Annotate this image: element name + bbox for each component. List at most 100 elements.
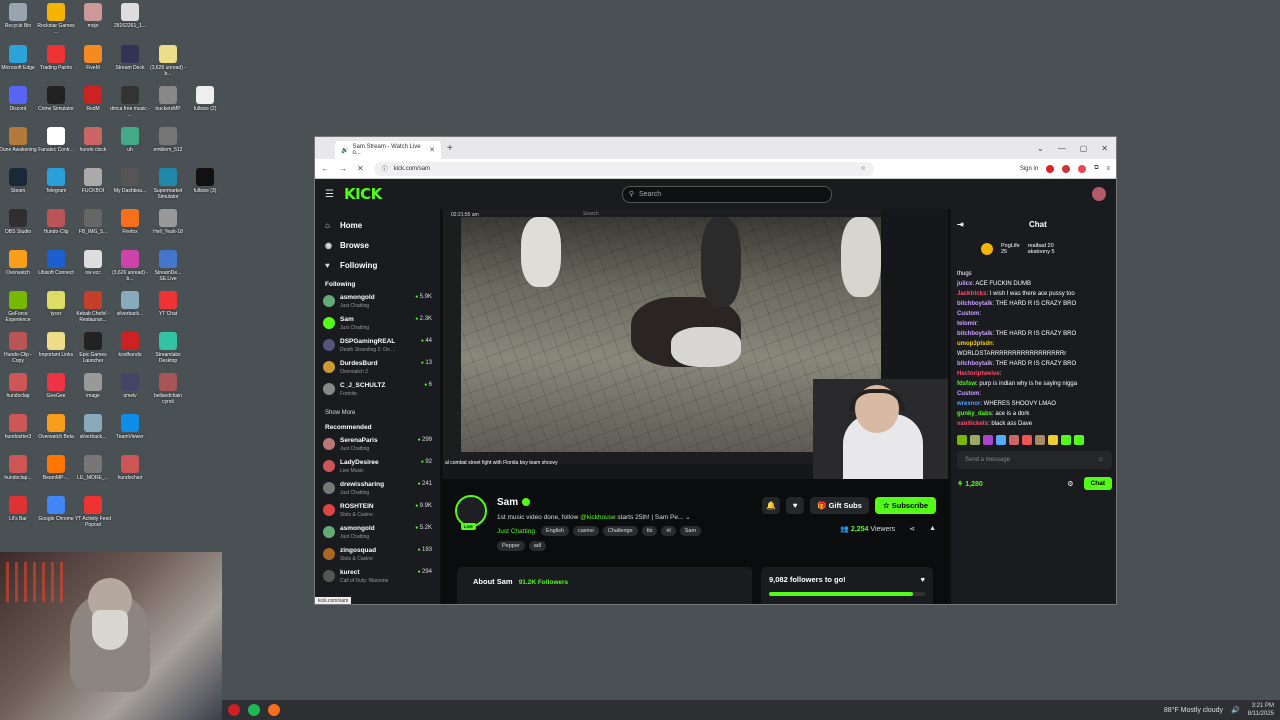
desktop-icon[interactable]: mojo [73,3,113,29]
desktop-icon[interactable]: GeForce Experience [0,291,38,323]
clock[interactable]: 3:21 PM 8/11/2025 [1248,702,1274,718]
desktop-icon[interactable]: 28162261_1... [110,3,150,29]
chat-username[interactable]: fdsfsw [957,381,976,387]
emote-icon[interactable] [1074,435,1084,445]
chat-username[interactable]: Custom [957,311,979,317]
extension-icon[interactable] [1078,164,1087,173]
desktop-icon[interactable]: Hundo-Clip - Copy [0,332,38,364]
chat-settings-gear-icon[interactable]: ⚙ [1067,480,1073,488]
desktop-icon[interactable]: ow ecc [73,250,113,276]
desktop-icon[interactable]: silverback... [110,291,150,317]
emote-icon[interactable] [1009,435,1019,445]
back-button[interactable]: ← [321,164,329,173]
stream-tag[interactable]: Challenge [602,526,638,536]
forward-button[interactable]: → [339,164,347,173]
close-window-button[interactable]: ✕ [1101,144,1108,153]
stream-tag[interactable]: tts [641,526,658,536]
new-tab-button[interactable]: + [447,143,453,154]
collapse-chat-icon[interactable]: ⇥ [957,220,964,229]
desktop-icon[interactable]: hundostter3 [0,414,38,440]
desktop-icon[interactable]: FUCKBOI [73,168,113,194]
volume-icon[interactable]: 🔊 [1231,706,1240,714]
menu-icon[interactable]: ≡ [1106,166,1110,172]
desktop-icon[interactable]: YT Activity Feed Popout [73,496,113,528]
firefox-icon[interactable] [268,704,280,716]
reload-button[interactable]: ✕ [357,164,364,173]
chat-input[interactable]: Send a message ☺ [957,451,1112,469]
show-more-button[interactable]: Show More [325,410,432,416]
desktop-icon[interactable]: (3,626 unread) - b... [110,250,150,282]
desktop-icon[interactable]: Dune Awakening [0,127,38,153]
chevron-down-icon[interactable]: ⌄ [685,514,690,521]
emote-icon[interactable] [983,435,993,445]
desktop-icon[interactable]: Important Links [36,332,76,358]
sidebar-channel[interactable]: LadyDesiree Live Music 92 [323,459,432,481]
desktop-icon[interactable]: LIL_MORE_... [73,455,113,481]
desktop-icon[interactable]: My Dashboa... [110,168,150,194]
desktop-icon[interactable]: Firefox [110,209,150,235]
minimize-button[interactable]: — [1058,144,1066,153]
kick-logo[interactable]: KICK [344,185,382,203]
desktop-icon[interactable]: fullsize (2) [185,86,225,112]
desktop-icon[interactable]: Discord [0,86,38,112]
chat-username[interactable]: julicx [957,281,972,287]
nav-browse[interactable]: ◉ Browse [325,241,432,250]
desktop-icon[interactable]: OBS Studio [0,209,38,235]
desktop-icon[interactable]: RedM [73,86,113,112]
leaderboard-user[interactable]: akatoony [1028,249,1050,255]
desktop-icon[interactable]: fullsize (3) [185,168,225,194]
desktop-icon[interactable]: truckersMP [148,86,188,112]
desktop-icon[interactable]: Overwatch Beta [36,414,76,440]
desktop-icon[interactable]: Telegram [36,168,76,194]
video-player[interactable]: 02:21:55 am Search al combat street figh… [443,209,948,479]
desktop-icon[interactable]: Rockstar Games ... [36,3,76,35]
emote-icon[interactable] [1022,435,1032,445]
desktop-icon[interactable]: FiveM [73,45,113,71]
spotify-icon[interactable] [248,704,260,716]
desktop-icon[interactable]: Stream Deck [110,45,150,71]
share-icon[interactable]: ⋖ [909,525,915,533]
sidebar-channel[interactable]: DurdesBurd Overwatch 2 13 [323,360,432,382]
stream-tag[interactable]: irl [661,526,676,536]
desktop-icon[interactable]: StreamDe... SE.Live [148,250,188,282]
emoji-icon[interactable]: ☺ [1098,457,1104,463]
sidebar-channel[interactable]: C_J_SCHULTZ Fortnite 6 [323,382,432,404]
stream-tag[interactable]: English [540,526,569,536]
chat-username[interactable]: umop3plsdn [957,341,993,347]
desktop-icon[interactable]: dmca free music - ... [110,86,150,118]
desktop-icon[interactable]: Microsoft Edge [0,45,38,71]
sidebar-channel[interactable]: SerenaParis Just Chatting 299 [323,437,432,459]
desktop-icon[interactable]: tycer [36,291,76,317]
sidebar-channel[interactable]: DSPGamingREAL Death Stranding 2: On ... 44 [323,338,432,360]
desktop-icon[interactable]: Overwatch [0,250,38,276]
app-icon[interactable] [228,704,240,716]
desktop-icon[interactable]: Supermarket Simulator [148,168,188,200]
site-info-icon[interactable]: ⓘ [382,164,388,173]
follow-heart-button[interactable]: ♥ [786,497,805,514]
maximize-button[interactable]: ▢ [1080,144,1088,153]
desktop-icon[interactable]: Kebab Chefs! - Restauran... [73,291,113,323]
channel-name[interactable]: Sam [497,497,531,508]
audio-icon[interactable]: 🔊 [341,147,348,154]
sidebar-channel[interactable]: kurect Call of Duty: Warzone 294 [323,569,432,591]
desktop-icon[interactable]: Hell_Yeah-18 [148,209,188,235]
stream-tag[interactable]: Pepper [497,541,525,551]
desktop-icon[interactable]: Google Chrome [36,496,76,522]
browser-tab[interactable]: 🔊 Sam Stream - Watch Live o... ✕ [335,141,441,159]
nav-home[interactable]: ⌂ Home [325,221,432,230]
desktop-icon[interactable]: BeamMP-... [36,455,76,481]
desktop-icon[interactable]: YT Chat [148,291,188,317]
desktop-icon[interactable]: Trading Paints [36,45,76,71]
nav-following[interactable]: ♥ Following [325,261,432,270]
sidebar-channel[interactable]: asmongold Just Chatting 5.9K [323,294,432,316]
close-tab-icon[interactable]: ✕ [429,146,435,154]
extension-icon[interactable] [1062,164,1071,173]
emote-icon[interactable] [1061,435,1071,445]
desktop-icon[interactable]: hundochair [110,455,150,481]
address-bar[interactable]: ⓘ kick.com/sam ☆ [373,161,874,176]
desktop-icon[interactable]: FB_IMG_5... [73,209,113,235]
weather-widget[interactable]: 88°F Mostly cloudy [1164,707,1223,714]
bookmark-star-icon[interactable]: ☆ [860,165,865,172]
chat-username[interactable]: Custom [957,391,979,397]
extension-icon[interactable] [1046,164,1055,173]
